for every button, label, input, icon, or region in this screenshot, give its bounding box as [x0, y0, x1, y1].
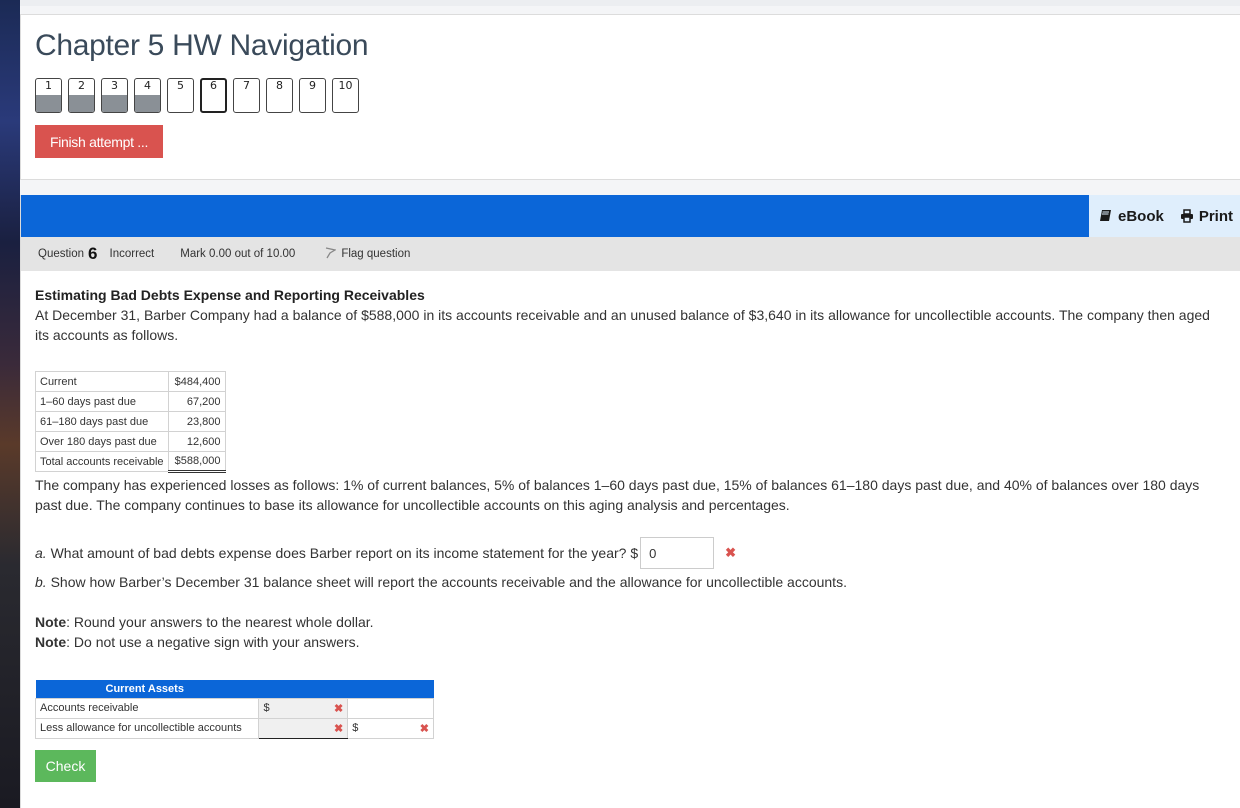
question-state: Incorrect — [109, 248, 155, 260]
nav-question-5[interactable]: 5 — [167, 78, 194, 113]
question-title: Estimating Bad Debts Expense and Reporti… — [35, 287, 425, 303]
incorrect-icon: ✖ — [334, 722, 344, 735]
answered-indicator — [135, 95, 160, 112]
question-panel: eBook Print Question 6 Incorrect Mark 0.… — [20, 195, 1240, 808]
desktop-background — [0, 0, 20, 808]
nav-question-1[interactable]: 1 — [35, 78, 62, 113]
ebook-link[interactable]: eBook — [1099, 208, 1164, 225]
nav-question-2[interactable]: 2 — [68, 78, 95, 113]
nav-question-4[interactable]: 4 — [134, 78, 161, 113]
bad-debts-expense-input[interactable] — [640, 537, 715, 569]
table-row-total: Total accounts receivable $588,000 — [35, 451, 226, 473]
empty-cell — [347, 697, 434, 719]
table-row: 61–180 days past due 23,800 — [35, 411, 226, 432]
net-receivables-input[interactable]: $ ✖ — [347, 717, 434, 739]
note-rounding: Note: Round your answers to the nearest … — [35, 614, 374, 630]
part-b-label: b. — [35, 574, 47, 590]
question-tools: eBook Print — [1089, 195, 1240, 237]
nav-question-9[interactable]: 9 — [299, 78, 326, 113]
answered-indicator — [102, 95, 127, 112]
notes: Note: Round your answers to the nearest … — [35, 612, 374, 652]
question-mark: Mark 0.00 out of 10.00 — [180, 248, 296, 260]
incorrect-icon: ✖ — [725, 545, 737, 560]
top-bar — [20, 0, 1240, 6]
balance-sheet-table: Current Assets Accounts receivable $ ✖ Le… — [34, 680, 434, 739]
allowance-input[interactable]: ✖ — [258, 717, 349, 739]
question-header-bar — [21, 195, 1240, 237]
book-icon — [1099, 209, 1113, 223]
finish-attempt-button[interactable]: Finish attempt ... — [35, 125, 163, 158]
flag-question-button[interactable]: Flag question — [325, 246, 410, 262]
incorrect-icon: ✖ — [334, 702, 344, 715]
navigation-title: Chapter 5 HW Navigation — [35, 29, 369, 62]
losses-description: The company has experienced losses as fo… — [35, 477, 1200, 513]
table-row: Current $484,400 — [35, 371, 226, 392]
nav-question-3[interactable]: 3 — [101, 78, 128, 113]
accounts-receivable-input[interactable]: $ ✖ — [258, 697, 349, 719]
part-a-label: a. — [35, 545, 47, 561]
print-link[interactable]: Print — [1180, 208, 1233, 225]
flag-icon — [325, 246, 338, 262]
nav-question-10[interactable]: 10 — [332, 78, 359, 113]
table-row: Accounts receivable $ ✖ — [34, 697, 434, 719]
question-number: 6 — [88, 244, 98, 263]
note-negative-sign: Note: Do not use a negative sign with yo… — [35, 634, 360, 650]
question-label: Question — [38, 248, 85, 260]
nav-question-7[interactable]: 7 — [233, 78, 260, 113]
aging-table: Current $484,400 1–60 days past due 67,200… — [35, 371, 226, 473]
table-row: Over 180 days past due 12,600 — [35, 431, 226, 452]
question-content: Estimating Bad Debts Expense and Reporti… — [34, 285, 1225, 739]
nav-question-8[interactable]: 8 — [266, 78, 293, 113]
part-b-question: Show how Barber’s December 31 balance sh… — [46, 574, 847, 590]
answered-indicator — [36, 95, 61, 112]
question-intro: At December 31, Barber Company had a bal… — [35, 307, 1210, 343]
check-button[interactable]: Check — [35, 750, 96, 782]
nav-question-6[interactable]: 6 — [200, 78, 227, 113]
question-navigation: 1 2 3 4 5 6 7 8 9 10 — [35, 78, 359, 113]
question-info-bar: Question 6 Incorrect Mark 0.00 out of 10… — [21, 237, 1240, 271]
quiz-navigation-panel: Chapter 5 HW Navigation 1 2 3 4 5 6 7 8 … — [20, 14, 1240, 180]
part-a-question: What amount of bad debts expense does Ba… — [46, 545, 639, 561]
incorrect-icon: ✖ — [419, 722, 429, 735]
answered-indicator — [69, 95, 94, 112]
balance-sheet-header: Current Assets — [35, 680, 434, 698]
part-b: b. Show how Barber’s December 31 balance… — [35, 572, 1225, 592]
table-row: 1–60 days past due 67,200 — [35, 391, 226, 412]
printer-icon — [1180, 209, 1194, 223]
table-row: Less allowance for uncollectible account… — [34, 717, 434, 739]
part-a: a. What amount of bad debts expense does… — [35, 537, 1225, 569]
